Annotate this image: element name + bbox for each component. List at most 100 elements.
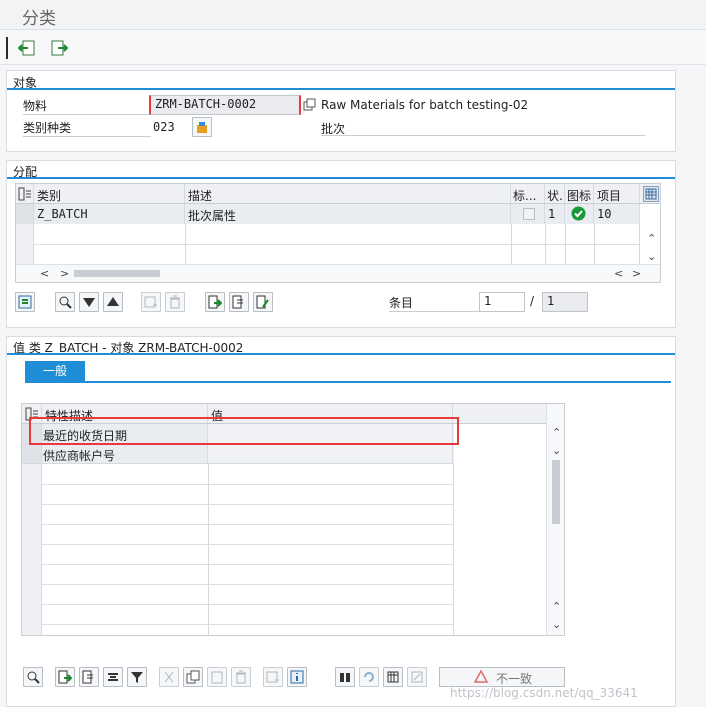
class-type-select-button[interactable]	[192, 117, 212, 137]
undo-icon	[364, 672, 374, 682]
window-title: 分类	[22, 9, 56, 29]
scroll-down-arrow[interactable]: ⌄	[647, 250, 656, 263]
trash-icon	[170, 295, 180, 309]
filter-icon	[131, 672, 143, 683]
assign-button[interactable]	[407, 667, 427, 687]
back-button[interactable]	[16, 37, 38, 59]
horizontal-scrollbar[interactable]: < > < >	[16, 264, 660, 282]
values-panel: 值 类 Z_BATCH - 对象 ZRM-BATCH-0002 一般 特性描述 …	[6, 336, 676, 707]
undo-button[interactable]	[359, 667, 379, 687]
object-panel-divider	[7, 88, 675, 90]
material-field[interactable]: ZRM-BATCH-0002	[149, 95, 301, 115]
scroll-up-end-arrow[interactable]: ⌃	[552, 600, 561, 613]
class-type-value: 023	[153, 120, 175, 134]
delete-value-button[interactable]	[231, 667, 251, 687]
change-button[interactable]	[253, 292, 273, 312]
paste-icon	[211, 671, 223, 684]
forward-button[interactable]	[48, 37, 70, 59]
col-header-status[interactable]: 状.	[547, 187, 563, 204]
scroll-left-end-arrow[interactable]: <	[614, 267, 623, 280]
status-ok-icon	[571, 206, 586, 221]
window-title-bar: 分类	[0, 0, 706, 30]
scissors-icon	[164, 671, 174, 683]
row-selector[interactable]	[16, 204, 34, 224]
copy-icon	[186, 670, 200, 684]
col-header-class[interactable]: 类别	[37, 187, 61, 204]
triangle-up-icon	[107, 297, 119, 306]
find-button[interactable]	[335, 667, 355, 687]
tab-general[interactable]: 一般	[25, 361, 85, 381]
assign-icon	[411, 671, 423, 683]
char-value-input[interactable]	[208, 444, 453, 463]
inconsistency-label: 不一致	[496, 672, 533, 686]
main-toolbar	[0, 31, 706, 65]
search-button[interactable]	[23, 667, 43, 687]
col-header-desc[interactable]: 描述	[188, 187, 212, 204]
col-header-std[interactable]: 标...	[513, 187, 536, 204]
move-up-button[interactable]	[103, 292, 123, 312]
info-button[interactable]	[287, 667, 307, 687]
import-button[interactable]	[229, 292, 249, 312]
export-values-button[interactable]	[55, 667, 75, 687]
insert-row-button[interactable]	[141, 292, 161, 312]
col-header-item[interactable]: 项目	[597, 187, 621, 204]
table-empty-rows	[16, 224, 640, 264]
scroll-right-arrow[interactable]: >	[60, 267, 69, 280]
warning-icon	[474, 670, 488, 683]
scroll-thumb[interactable]	[552, 460, 560, 524]
column-settings-button[interactable]	[643, 186, 659, 202]
class-type-label: 类别种类	[23, 119, 151, 137]
paste-button[interactable]	[207, 667, 227, 687]
inconsistency-button[interactable]: 不一致	[439, 667, 565, 687]
table-row[interactable]: Z_BATCH 批次属性 1 10	[16, 204, 640, 224]
layout-button[interactable]	[383, 667, 403, 687]
entry-total-field: 1	[542, 292, 588, 312]
material-description: Raw Materials for batch testing-02	[321, 98, 529, 112]
vertical-scrollbar[interactable]: ⌃ ⌄ ⌃ ⌄	[546, 404, 564, 635]
copy-button[interactable]	[183, 667, 203, 687]
select-all-cell[interactable]	[16, 184, 34, 203]
scroll-down-arrow[interactable]: ⌄	[552, 444, 561, 457]
scroll-thumb[interactable]	[74, 270, 160, 277]
row-selector[interactable]	[22, 444, 42, 463]
insert-value-button[interactable]	[263, 667, 283, 687]
object-panel: 对象 物料 ZRM-BATCH-0002 Raw Materials for b…	[6, 70, 676, 152]
row-class: Z_BATCH	[37, 207, 88, 221]
scroll-down-end-arrow[interactable]: ⌄	[552, 618, 561, 631]
filter-button[interactable]	[55, 292, 75, 312]
assignment-table-header: 类别 描述 标... 状. 图标 项目	[16, 184, 660, 204]
watermark: https://blog.csdn.net/qq_33641	[450, 686, 638, 700]
trash-icon	[236, 670, 246, 684]
select-all-icon	[18, 187, 31, 201]
material-copy-button[interactable]	[303, 98, 317, 112]
standard-class-checkbox[interactable]	[523, 208, 535, 220]
sort-icon	[108, 673, 118, 681]
col-header-icon[interactable]: 图标	[567, 187, 591, 204]
search-icon	[27, 671, 40, 684]
export-button[interactable]	[205, 292, 225, 312]
sort-button[interactable]	[103, 667, 123, 687]
row-status: 1	[548, 207, 556, 221]
filter-values-button[interactable]	[127, 667, 147, 687]
highlight-box	[29, 417, 459, 445]
details-button[interactable]	[15, 292, 35, 312]
delete-row-button[interactable]	[165, 292, 185, 312]
scroll-right-end-arrow[interactable]: >	[632, 267, 641, 280]
import-values-button[interactable]	[79, 667, 99, 687]
scroll-left-arrow[interactable]: <	[40, 267, 49, 280]
scroll-up-arrow[interactable]: ⌃	[647, 232, 656, 245]
insert-row-icon	[266, 671, 279, 683]
assignment-panel-divider	[7, 177, 675, 179]
scroll-up-arrow[interactable]: ⌃	[552, 426, 561, 439]
move-down-button[interactable]	[79, 292, 99, 312]
table-row[interactable]: 供应商帐户号	[22, 444, 454, 464]
assignment-panel: 分配 类别 描述 标... 状. 图标 项目 Z_BATCH 批次属性 1 10…	[6, 160, 676, 328]
material-label: 物料	[23, 97, 151, 115]
forward-icon	[51, 40, 68, 56]
export-icon	[58, 670, 72, 684]
entry-current-field[interactable]: 1	[479, 292, 525, 312]
cut-button[interactable]	[159, 667, 179, 687]
details-icon	[18, 295, 32, 309]
table-settings-icon	[387, 671, 399, 683]
row-description: 批次属性	[188, 209, 237, 223]
